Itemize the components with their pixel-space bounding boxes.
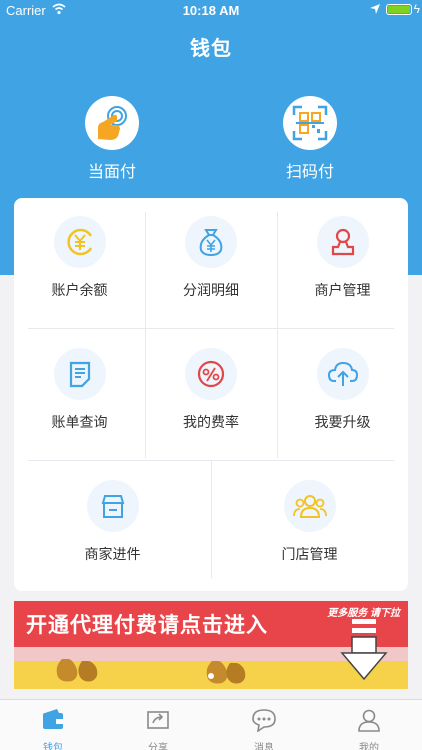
tab-profile-label: 我的 <box>359 743 379 750</box>
wallet-icon <box>43 709 63 729</box>
carousel-indicator <box>208 673 214 679</box>
merchant-management-label: 商户管理 <box>314 282 371 298</box>
location-arrow-icon <box>370 4 380 14</box>
scan-pay-label: 扫码付 <box>285 164 334 181</box>
page-title: 钱包 <box>190 38 232 60</box>
tab-share-label: 分享 <box>148 743 168 750</box>
money-bag-decor-icon <box>56 659 98 682</box>
bill-query-label: 账单查询 <box>51 414 108 430</box>
qr-scan-icon <box>283 96 337 150</box>
store-management-label: 门店管理 <box>281 546 338 562</box>
percent-icon <box>185 348 237 400</box>
upgrade-item[interactable]: 我要升级 <box>277 348 408 432</box>
profit-details-item[interactable]: 分润明细 <box>145 216 277 300</box>
status-bar: Carrier 10:18 AM ϟ <box>0 0 422 22</box>
grid-divider <box>28 460 394 461</box>
profile-icon <box>358 709 380 732</box>
upgrade-label: 我要升级 <box>314 414 371 430</box>
money-bag-icon <box>185 216 237 268</box>
tab-messages-label: 消息 <box>254 743 274 750</box>
face-pay-label: 当面付 <box>87 164 136 181</box>
yen-coin-icon <box>53 216 106 268</box>
share-icon <box>147 711 169 729</box>
merchant-person-icon <box>316 216 369 268</box>
tab-messages[interactable]: 消息 <box>234 708 294 750</box>
merchant-management-item[interactable]: 商户管理 <box>277 216 408 300</box>
tap-hand-icon <box>85 96 139 150</box>
message-icon <box>252 709 276 733</box>
tab-wallet-label: 钱包 <box>43 743 63 750</box>
tab-profile[interactable]: 我的 <box>339 708 399 750</box>
money-bag-decor-icon <box>206 661 246 684</box>
banner-slogan: 开通代理付费请点击进入 <box>26 614 268 637</box>
merchant-onboarding-label: 商家进件 <box>84 546 141 562</box>
tab-bar: 钱包 分享 消息 我的 <box>0 699 422 750</box>
cloud-upload-icon <box>316 348 369 400</box>
bill-icon <box>53 348 106 400</box>
down-arrow-icon <box>340 619 388 681</box>
charging-icon: ϟ <box>413 2 420 16</box>
account-balance-item[interactable]: 账户余额 <box>14 216 145 300</box>
grid-divider <box>28 328 394 329</box>
merchant-onboarding-item[interactable]: 商家进件 <box>14 480 211 564</box>
my-rate-label: 我的费率 <box>183 414 239 430</box>
battery-icon <box>386 4 412 15</box>
face-pay-button[interactable]: 当面付 <box>62 96 162 182</box>
promo-banner[interactable]: 开通代理付费请点击进入 更多服务 请下拉 <box>14 601 408 689</box>
bill-query-item[interactable]: 账单查询 <box>14 348 145 432</box>
scan-pay-button[interactable]: 扫码付 <box>260 96 360 182</box>
profit-details-label: 分润明细 <box>183 282 239 298</box>
group-icon <box>283 480 336 532</box>
function-grid: 账户余额 分润明细 商户管理 账单查询 我的费率 我要升级 商家进件 门店管理 <box>14 198 408 591</box>
store-management-item[interactable]: 门店管理 <box>211 480 408 564</box>
clock: 10:18 AM <box>182 3 240 18</box>
my-rate-item[interactable]: 我的费率 <box>145 348 277 432</box>
account-balance-label: 账户余额 <box>51 282 108 298</box>
store-icon <box>86 480 139 532</box>
tab-wallet[interactable]: 钱包 <box>23 708 83 750</box>
tab-share[interactable]: 分享 <box>128 708 188 750</box>
